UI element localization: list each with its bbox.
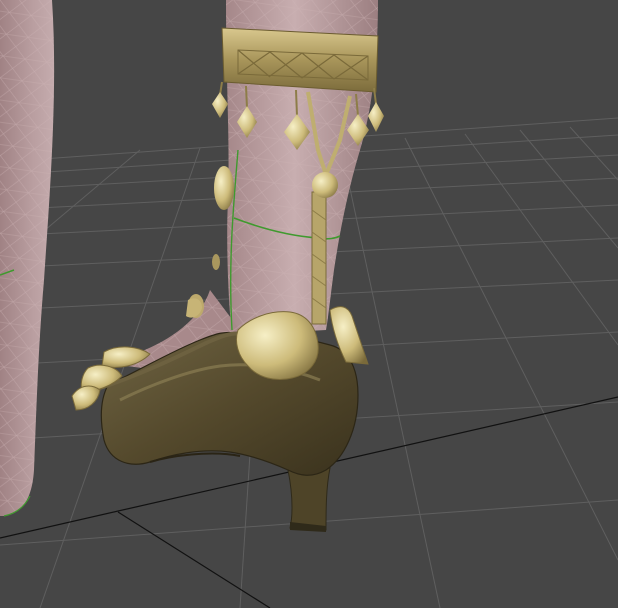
3d-viewport[interactable]	[0, 0, 618, 608]
viewport-scene[interactable]	[0, 0, 618, 608]
anklet-band[interactable]	[221, 27, 379, 93]
